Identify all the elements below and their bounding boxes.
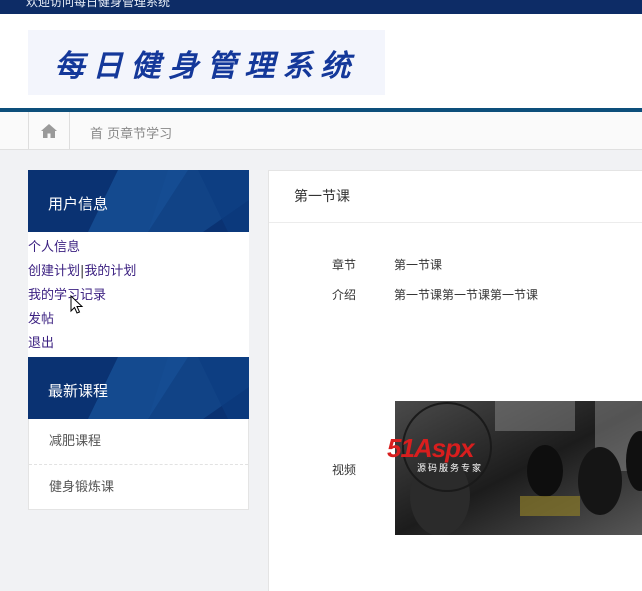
main-content: 第一节课 章节 第一节课 介绍 第一节课第一节课第一节课 视频 51Aspx 源… <box>268 170 642 591</box>
watermark-brand: 51Aspx <box>387 433 474 463</box>
course-panel-title: 最新课程 <box>48 382 109 400</box>
link-plan-row: 创建计划|我的计划 <box>28 260 249 284</box>
link-logout[interactable]: 退出 <box>28 332 249 356</box>
home-icon <box>41 123 57 138</box>
course-list: 减肥课程 健身锻炼课 <box>28 419 249 510</box>
video-label: 视频 <box>332 463 357 477</box>
sidebar: 用户信息 个人信息 创建计划|我的计划 我的学习记录 发帖 退出 最新课程 减肥… <box>28 170 249 510</box>
breadcrumb-trail: 首 页章节学习 <box>90 123 172 142</box>
user-links: 个人信息 创建计划|我的计划 我的学习记录 发帖 退出 <box>28 232 249 357</box>
user-panel-title: 用户信息 <box>48 195 109 213</box>
mouse-cursor-icon <box>70 295 84 314</box>
breadcrumb-home[interactable]: 首 <box>90 127 103 142</box>
welcome-text: 欢迎访问每日健身管理系统 <box>26 0 171 9</box>
user-panel-header: 用户信息 <box>28 170 249 232</box>
course-panel-header: 最新课程 <box>28 357 249 419</box>
intro-value: 第一节课第一节课第一节课 <box>394 288 539 302</box>
course-item[interactable]: 健身锻炼课 <box>29 464 248 509</box>
site-header: 每日健身管理系统 <box>0 14 642 108</box>
link-my-plans[interactable]: 我的计划 <box>84 264 136 279</box>
course-item[interactable]: 减肥课程 <box>29 419 248 464</box>
watermark-sub: 源码服务专家 <box>417 464 484 474</box>
link-study-records[interactable]: 我的学习记录 <box>28 284 249 308</box>
chapter-value: 第一节课 <box>394 258 443 272</box>
top-bar: 欢迎访问每日健身管理系统 <box>0 0 642 14</box>
site-logo[interactable]: 每日健身管理系统 <box>28 30 385 95</box>
link-create-plan[interactable]: 创建计划 <box>28 264 80 279</box>
home-button[interactable] <box>28 112 70 149</box>
intro-label: 介绍 <box>332 288 357 302</box>
link-profile[interactable]: 个人信息 <box>28 236 249 260</box>
breadcrumb-current: 页章节学习 <box>107 127 173 142</box>
lesson-title: 第一节课 <box>269 171 642 223</box>
chapter-label: 章节 <box>332 258 357 272</box>
logo-text: 每日健身管理系统 <box>54 48 359 84</box>
breadcrumb: 首 页章节学习 <box>0 112 642 150</box>
link-post[interactable]: 发帖 <box>28 308 249 332</box>
